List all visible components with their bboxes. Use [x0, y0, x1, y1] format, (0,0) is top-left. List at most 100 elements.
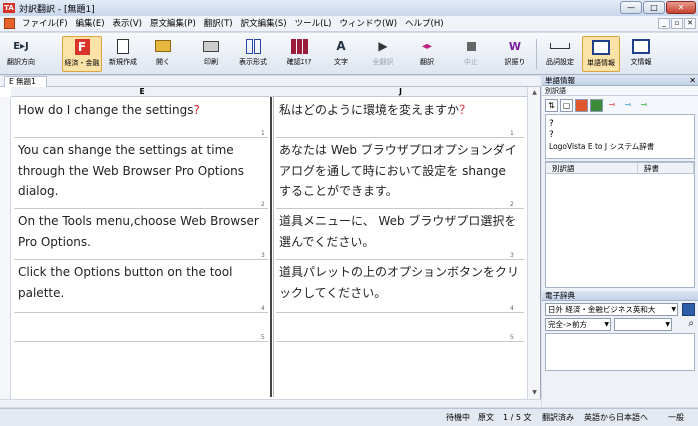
- confirm-area-button[interactable]: 確認ｴﾘｱ: [280, 36, 318, 72]
- menu-bar: ファイル(F) 編集(E) 表示(V) 原文編集(P) 翻訳(T) 訳文編集(S…: [0, 16, 698, 32]
- status-source-label: 原文: [478, 413, 494, 422]
- stop-icon: [466, 36, 476, 56]
- document-icon[interactable]: ▢: [560, 98, 573, 112]
- match-mode-select[interactable]: 完全->前方 ▼: [545, 318, 611, 331]
- scroll-down-icon[interactable]: ▼: [528, 387, 541, 399]
- new-document-button[interactable]: 新規作成: [106, 36, 140, 72]
- red-marker-icon[interactable]: ⊸: [605, 99, 619, 112]
- translate-all-button[interactable]: ▶ 全翻訳: [368, 36, 398, 72]
- sentence-info-button[interactable]: 文情報: [626, 36, 656, 72]
- target-segment-4[interactable]: 道具パレットの上のオプションボタンをクリックしてください。: [279, 262, 519, 303]
- chevron-down-icon: ▼: [671, 306, 676, 313]
- e-dictionary-title: 電子辞典: [542, 291, 698, 301]
- column-divider[interactable]: [270, 97, 274, 397]
- source-column-header: E: [11, 87, 273, 97]
- e-dictionary-results[interactable]: [545, 333, 695, 371]
- target-column-header: J: [273, 87, 528, 97]
- field-economy-button[interactable]: F 経済・金融: [62, 36, 102, 72]
- sort-icon[interactable]: ⇅: [545, 98, 558, 112]
- direction-icon: E▸J: [13, 40, 29, 52]
- row-gutter: [0, 97, 11, 403]
- display-format-button[interactable]: 表示形式: [234, 36, 272, 72]
- font-button[interactable]: A 文字: [328, 36, 354, 72]
- word-display-box: ? ? LogoVista E to J システム辞書: [545, 114, 695, 159]
- doc-close-button[interactable]: ✕: [684, 18, 696, 29]
- segment-number: 4: [510, 305, 514, 312]
- translate-icon: ◂▸: [421, 40, 433, 52]
- source-segment-4[interactable]: Click the Options button on the tool pal…: [18, 262, 268, 303]
- source-segment-3[interactable]: On the Tools menu,choose Web Browser Pro…: [18, 211, 268, 252]
- search-term-input[interactable]: ▼: [614, 318, 672, 331]
- register-icon[interactable]: [590, 98, 603, 112]
- word-panel-toolbar: ⇅ ▢ ⊸ ⊸ ⊸: [542, 96, 698, 114]
- scroll-up-icon[interactable]: ▲: [528, 87, 541, 99]
- alternates-list[interactable]: 別訳語 辞書: [545, 161, 695, 288]
- dictionary-open-icon[interactable]: [682, 303, 695, 316]
- segment-number: 4: [261, 305, 265, 312]
- confirm-area-icon: [290, 36, 308, 56]
- word-info-button[interactable]: 単語情報: [582, 36, 620, 72]
- menu-tools[interactable]: ツール(L): [291, 17, 336, 31]
- menu-help[interactable]: ヘルプ(H): [401, 17, 448, 31]
- close-button[interactable]: ✕: [666, 1, 696, 14]
- status-direction: 英語から日本語へ: [584, 413, 648, 422]
- menu-edit[interactable]: 編集(E): [72, 17, 109, 31]
- segment-number: 1: [261, 130, 265, 137]
- minimize-button[interactable]: —: [620, 1, 642, 14]
- tab-document-1[interactable]: E 無題1: [4, 76, 47, 87]
- part-of-speech-button[interactable]: 品詞設定: [542, 36, 578, 72]
- font-icon: A: [336, 39, 346, 53]
- part-of-speech-icon: [550, 36, 570, 56]
- source-segment-2[interactable]: You can shange the settings at time thro…: [18, 140, 268, 202]
- title-bar: TA 対訳翻訳 - [無題1] — □ ✕: [0, 0, 698, 16]
- alternate-translation-label: 別訳語: [542, 86, 698, 96]
- target-segment-3[interactable]: 道具メニューに、 Web ブラウザプロ選択を選んでください。: [279, 211, 519, 252]
- doc-minimize-button[interactable]: _: [658, 18, 670, 29]
- word-info-title: 単語情報 ✕: [542, 76, 698, 86]
- source-segment-1[interactable]: How do I change the settings?: [18, 100, 268, 121]
- print-button[interactable]: 印刷: [198, 36, 224, 72]
- translate-button[interactable]: ◂▸ 翻訳: [414, 36, 440, 72]
- column-dictionary: 辞書: [638, 163, 694, 173]
- segment-number: 1: [510, 130, 514, 137]
- target-segment-2[interactable]: あなたは Web ブラウザプロオプションダイアログを通して時において設定を sh…: [279, 140, 519, 202]
- menu-file[interactable]: ファイル(F): [18, 17, 72, 31]
- binoculars-search-icon[interactable]: ⌕: [688, 318, 694, 329]
- menu-view[interactable]: 表示(V): [109, 17, 146, 31]
- new-document-icon: [117, 36, 129, 56]
- translation-editor: E J How do I change the settings? 私はどのよう…: [0, 87, 541, 407]
- chevron-down-icon: ▼: [604, 321, 609, 328]
- sentence-info-icon: [632, 36, 650, 56]
- dictionary-icon[interactable]: [575, 98, 588, 112]
- green-marker-icon[interactable]: ⊸: [637, 99, 651, 112]
- word-line-1: ?: [549, 119, 554, 129]
- status-bar: 待機中 原文 1 / 5 文 翻訳済み 英語から日本語へ 一般: [0, 408, 698, 426]
- toolbar: E▸J 翻訳方向 F 経済・金融 新規作成 開く 印刷 表示形式 確認ｴﾘｱ A…: [0, 33, 698, 75]
- menu-window[interactable]: ウィンドウ(W): [336, 17, 402, 31]
- blue-marker-icon[interactable]: ⊸: [621, 99, 635, 112]
- maximize-button[interactable]: □: [643, 1, 665, 14]
- word-info-panel: 単語情報 ✕ 別訳語 ⇅ ▢ ⊸ ⊸ ⊸ ? ? LogoVista E to …: [542, 76, 698, 407]
- segment-number: 5: [261, 334, 265, 341]
- chevron-down-icon: ▼: [665, 321, 670, 328]
- menu-translate[interactable]: 翻訳(T): [200, 17, 237, 31]
- segment-number: 2: [510, 201, 514, 208]
- direction-button[interactable]: E▸J 翻訳方向: [4, 36, 38, 72]
- editor-vertical-scrollbar[interactable]: ▲ ▼: [527, 87, 540, 399]
- translate-all-icon: ▶: [378, 39, 388, 53]
- furigana-icon: W: [508, 39, 522, 53]
- target-segment-1[interactable]: 私はどのように環境を変えますか？: [279, 100, 519, 121]
- window-title: 対訳翻訳 - [無題1]: [19, 4, 95, 15]
- furigana-button[interactable]: W 訳振り: [500, 36, 530, 72]
- stop-button[interactable]: 中止: [458, 36, 484, 72]
- editor-horizontal-scrollbar[interactable]: [0, 399, 541, 407]
- printer-icon: [203, 36, 219, 56]
- open-button[interactable]: 開く: [150, 36, 176, 72]
- app-logo-icon: TA: [3, 3, 15, 13]
- doc-restore-button[interactable]: ▫: [671, 18, 683, 29]
- panel-close-icon[interactable]: ✕: [689, 76, 696, 86]
- menu-source-edit[interactable]: 原文編集(P): [146, 17, 200, 31]
- dictionary-select[interactable]: 日外 経済・金融ビジネス英和大 ▼: [545, 303, 678, 316]
- document-icon[interactable]: [4, 18, 15, 29]
- menu-target-edit[interactable]: 訳文編集(S): [237, 17, 291, 31]
